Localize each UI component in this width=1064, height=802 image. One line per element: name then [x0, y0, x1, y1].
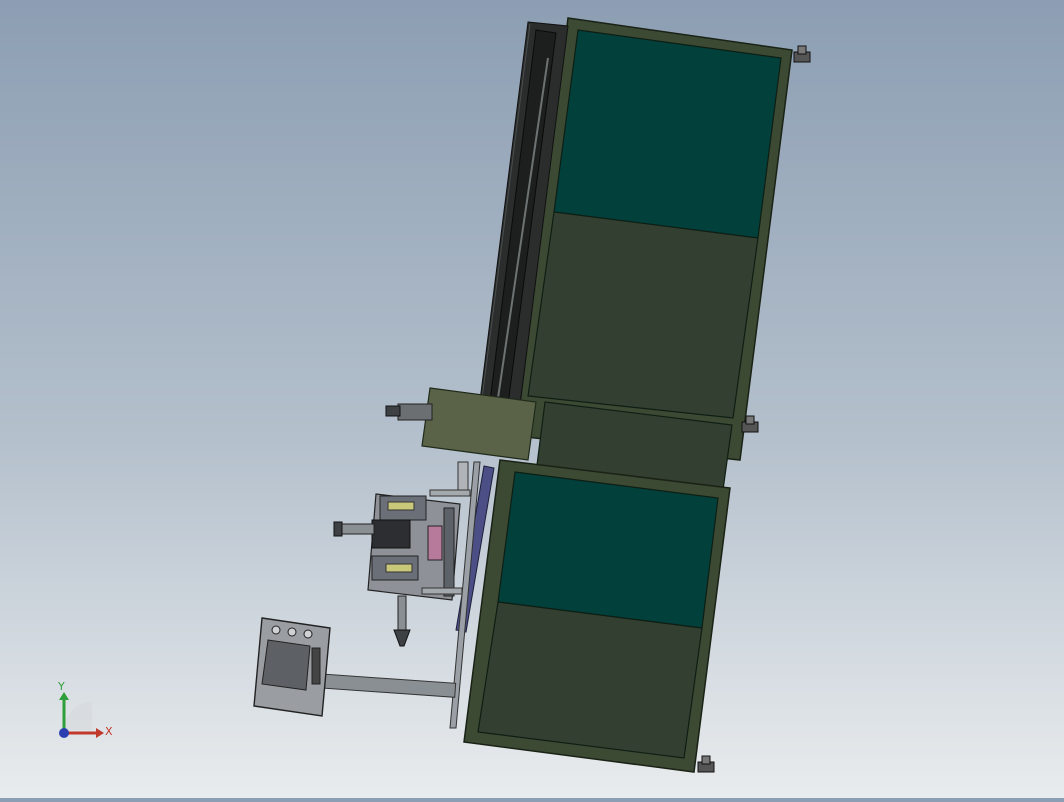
model-canvas[interactable]: X Y — [0, 0, 1064, 798]
lower-olive-panel — [477, 601, 703, 759]
gripper-bottom-shaft — [397, 595, 407, 633]
hmi-button-1[interactable] — [271, 625, 281, 635]
gripper-pink-part — [427, 525, 443, 561]
hmi-arm-bar — [320, 673, 457, 698]
x-axis-arrow — [96, 728, 104, 738]
bracket-top — [457, 461, 469, 493]
hmi-arm[interactable] — [320, 673, 457, 698]
gripper-center-block — [371, 519, 411, 549]
cad-viewport[interactable]: X Y — [0, 0, 1064, 798]
coordinate-triad: X Y — [57, 680, 113, 738]
triad-arc — [64, 702, 92, 730]
motor-box[interactable] — [385, 387, 537, 461]
gripper-assembly[interactable] — [333, 489, 471, 647]
gripper-rod-top — [429, 489, 471, 497]
leveling-foot-icon — [793, 45, 811, 63]
motor-shaft-end — [385, 405, 401, 417]
gripper-right-column — [443, 507, 455, 597]
hmi-button-2[interactable] — [287, 627, 297, 637]
gripper-rod-bottom — [421, 587, 463, 595]
upper-olive-panel — [527, 211, 759, 419]
upper-teal-panel — [553, 29, 782, 239]
lower-teal-panel — [497, 471, 719, 629]
gripper-spring-top — [387, 501, 415, 511]
hmi-screen — [261, 639, 311, 691]
gripper-left-shaft-end — [333, 521, 343, 537]
x-axis-label: X — [105, 725, 113, 738]
gripper-bottom-tip — [393, 629, 411, 647]
z-axis-dot — [59, 728, 69, 738]
gripper-left-shaft — [339, 523, 375, 535]
gripper-spring-bottom — [385, 563, 413, 573]
leveling-foot-icon — [697, 755, 715, 773]
hmi-button-3[interactable] — [303, 629, 313, 639]
hmi-label-strip — [311, 647, 321, 685]
lower-cabinet[interactable] — [463, 459, 731, 773]
control-panel-icon[interactable] — [253, 617, 331, 717]
motor-shaft — [397, 403, 433, 421]
y-axis-label: Y — [57, 680, 65, 693]
y-axis-arrow — [59, 692, 69, 700]
